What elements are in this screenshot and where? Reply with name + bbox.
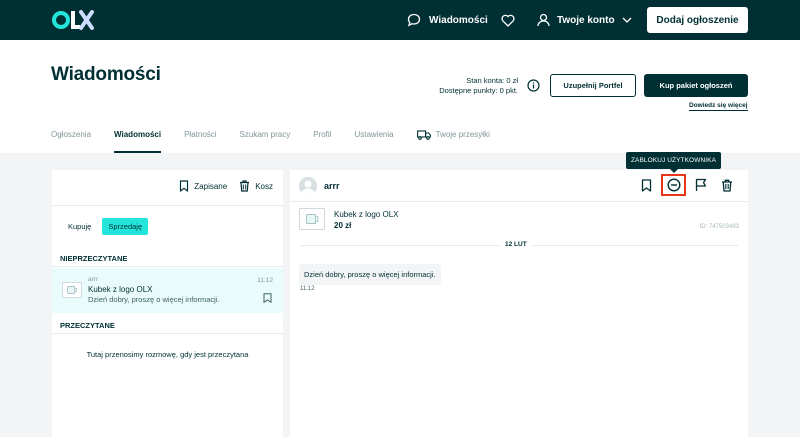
segment-buying[interactable]: Kupuję [62,218,97,235]
bookmark-icon [180,180,189,192]
save-conversation-button[interactable] [638,177,654,193]
page-header: Wiadomości Stan konta: 0 zł Dostępne pun… [0,40,800,153]
bookmark-icon[interactable] [263,293,272,303]
conversation-user: arrr [88,276,99,283]
conversation-time: 11:12 [257,277,273,284]
add-listing-button[interactable]: Dodaj ogłoszenie [647,7,748,33]
saved-label: Zapisane [194,181,228,191]
trash-icon [722,179,732,192]
conversation-list-panel: Zapisane Kosz Kupuję Sprzedaję NIEPRZECZ… [52,170,283,437]
tab-profile[interactable]: Profil [313,130,331,153]
message-bubble: Dzień dobry, proszę o więcej informacji. [299,264,441,285]
ad-title-link[interactable]: Kubek z logo OLX [334,210,398,219]
segment-selling[interactable]: Sprzedaję [102,218,149,235]
account-tabs: Ogłoszenia Wiadomości Płatności Szukam p… [51,130,513,153]
tab-ads[interactable]: Ogłoszenia [51,130,91,153]
balance-line: Stan konta: 0 zł [466,76,518,85]
ad-id: ID: 747503493 [699,224,739,230]
empty-read-note: Tutaj przenosimy rozmowę, gdy jest przec… [86,350,249,359]
mug-thumbnail [62,282,82,298]
highlight-box [661,174,686,196]
tab-shipments[interactable]: Twoje przesyłki [416,130,490,153]
divider [290,201,748,202]
tab-messages[interactable]: Wiadomości [114,130,162,153]
read-section-header: PRZECZYTANE [52,316,283,334]
truck-icon [416,130,431,140]
flag-icon [695,178,707,191]
nav-account-label: Twoje konto [557,14,615,26]
conversation-list-toolbar: Zapisane Kosz [179,180,273,192]
tooltip-arrow [669,168,679,173]
user-avatar-icon [301,180,315,195]
conversation-title: Kubek z logo OLX [88,285,153,294]
points-line: Dostępne punkty: 0 pkt. [439,86,518,95]
topup-wallet-button[interactable]: Uzupełnij Portfel [550,74,636,97]
heart-icon [501,14,515,27]
tab-job-search[interactable]: Szukam pracy [240,130,291,153]
avatar [299,177,317,195]
nav-messages-label: Wiadomości [429,14,488,26]
buy-sell-toggle: Kupuję Sprzedaję [62,218,149,235]
ad-thumbnail[interactable] [299,208,325,230]
report-button[interactable] [693,177,709,193]
block-user-tooltip: ZABLOKUJ UŻYTKOWNIKA [626,152,721,169]
tab-label: Twoje przesyłki [435,130,490,139]
date-label: 12 LUT [499,241,533,248]
nav-favorites-link[interactable] [501,11,517,29]
message-time: 11:12 [300,286,315,292]
tab-payments[interactable]: Płatności [184,130,216,153]
olx-logo[interactable] [52,8,94,32]
tab-label: Wiadomości [114,130,162,139]
buy-package-button[interactable]: Kup pakiet ogłoszeń [644,74,748,97]
tab-label: Ustawienia [354,130,394,139]
nav-messages-link[interactable]: Wiadomości [407,11,488,29]
chat-user-name: arrr [324,181,340,191]
chevron-down-icon [622,17,632,23]
unread-section-header: NIEPRZECZYTANE [52,249,283,267]
ad-price: 20 zł [334,221,352,230]
page-title: Wiadomości [51,64,161,85]
top-navigation-bar: Wiadomości Twoje konto Dodaj ogłoszenie [0,0,800,40]
nav-account-menu[interactable]: Twoje konto [537,11,632,29]
trash-label: Kosz [255,181,273,191]
delete-conversation-button[interactable] [719,177,735,193]
tab-label: Płatności [184,130,217,139]
conversation-item[interactable]: arrr Kubek z logo OLX Dzień dobry, prosz… [52,268,283,313]
learn-more-link[interactable]: Dowiedz się więcej [689,102,748,111]
saved-filter-button[interactable]: Zapisane [179,180,227,192]
conversation-preview: Dzień dobry, proszę o więcej informacji. [88,295,220,304]
chat-bubble-icon [407,13,421,27]
tab-label: Ogłoszenia [51,130,92,139]
trash-icon [240,180,250,192]
tab-label: Profil [313,130,332,139]
trash-filter-button[interactable]: Kosz [239,180,273,192]
tab-label: Szukam pracy [239,130,291,139]
bookmark-icon [641,178,651,192]
tab-settings[interactable]: Ustawienia [354,130,393,153]
info-icon[interactable] [527,79,540,92]
divider [52,205,283,206]
user-icon [537,13,550,27]
account-balance: Stan konta: 0 zł Dostępne punkty: 0 pkt. [420,76,518,96]
chat-panel: arrr Kubek z logo OLX 20 zł ID: 74750349… [290,170,748,437]
